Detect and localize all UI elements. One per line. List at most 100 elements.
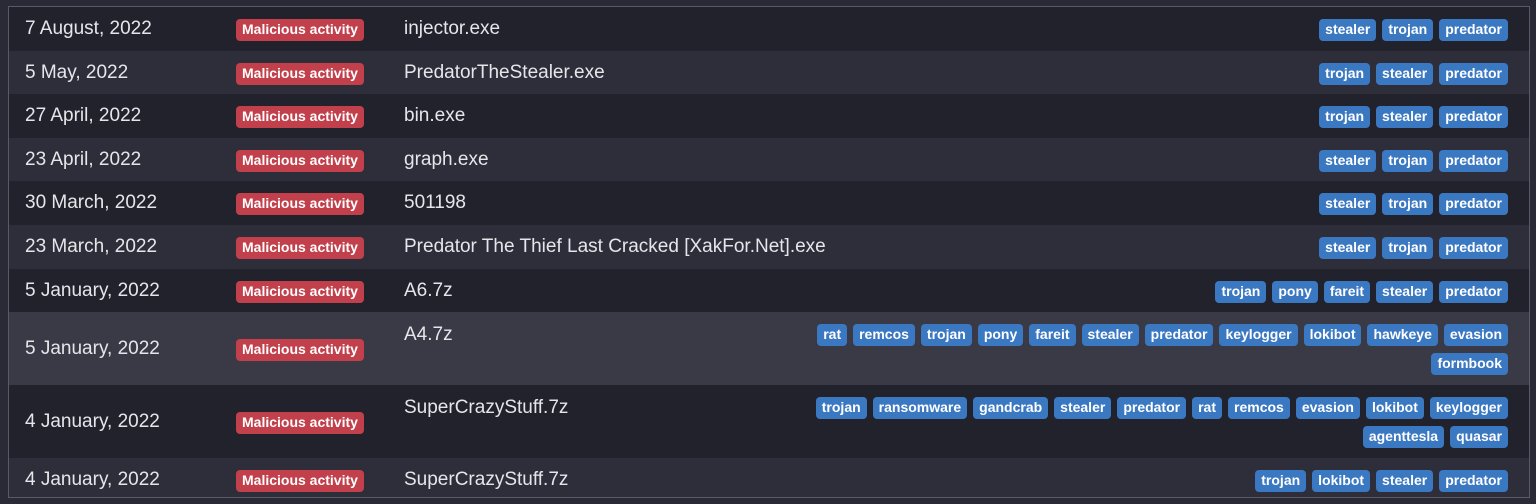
tag[interactable]: predator [1439, 62, 1508, 85]
task-row[interactable]: 4 January, 2022 Malicious activity Super… [9, 385, 1529, 459]
tag[interactable]: predator [1439, 106, 1508, 129]
tag[interactable]: evasion [1443, 324, 1508, 347]
tag[interactable]: stealer [1081, 324, 1139, 347]
task-filename[interactable]: PredatorTheStealer.exe [404, 62, 605, 84]
task-row[interactable]: 23 April, 2022 Malicious activity graph.… [9, 137, 1529, 182]
tag[interactable]: stealer [1319, 193, 1377, 216]
task-date: 4 January, 2022 [25, 411, 160, 433]
task-filename[interactable]: SuperCrazyStuff.7z [404, 469, 568, 491]
tag[interactable]: stealer [1376, 280, 1434, 303]
tag[interactable]: stealer [1376, 470, 1434, 493]
tag[interactable]: trojan [1319, 62, 1371, 85]
tag[interactable]: agenttesla [1362, 426, 1445, 449]
task-date: 5 May, 2022 [25, 61, 129, 83]
tag[interactable]: evasion [1295, 397, 1360, 420]
task-row[interactable]: 5 May, 2022 Malicious activity PredatorT… [9, 50, 1529, 95]
task-filename[interactable]: 501198 [404, 192, 466, 214]
verdict-badge: Malicious activity [236, 106, 364, 129]
tag-list: stealer trojan predator [1319, 236, 1508, 259]
verdict-badge: Malicious activity [236, 19, 364, 41]
tag[interactable]: fareit [1323, 280, 1371, 303]
tag[interactable]: gandcrab [973, 397, 1049, 420]
tag[interactable]: trojan [1215, 280, 1267, 303]
tag[interactable]: trojan [1382, 236, 1434, 259]
verdict-badge: Malicious activity [236, 62, 364, 85]
tag[interactable]: ransomware [872, 397, 968, 420]
tag-list: stealer trojan predator [1319, 193, 1508, 216]
tag[interactable]: formbook [1431, 353, 1508, 376]
verdict-badge: Malicious activity [236, 339, 364, 362]
tag[interactable]: stealer [1376, 106, 1434, 129]
task-row[interactable]: 7 August, 2022 Malicious activity inject… [9, 7, 1529, 51]
tag[interactable]: predator [1439, 193, 1508, 216]
tag[interactable]: pony [977, 324, 1024, 347]
tag[interactable]: predator [1439, 470, 1508, 493]
tag[interactable]: trojan [1382, 193, 1434, 216]
tag[interactable]: hawkeye [1367, 324, 1438, 347]
task-filename[interactable]: graph.exe [404, 149, 489, 171]
task-filename[interactable]: A4.7z [404, 324, 453, 346]
task-date: 5 January, 2022 [25, 338, 160, 360]
tag[interactable]: trojan [1382, 19, 1434, 41]
tag-list: trojan stealer predator [1319, 106, 1508, 129]
task-filename[interactable]: Predator The Thief Last Cracked [XakFor.… [404, 236, 826, 258]
tag[interactable]: predator [1439, 19, 1508, 41]
tag[interactable]: stealer [1319, 149, 1377, 172]
tag[interactable]: rat [1192, 397, 1223, 420]
tag-list: trojan ransomware gandcrab stealer preda… [788, 397, 1508, 449]
verdict-badge: Malicious activity [236, 470, 364, 493]
tag[interactable]: stealer [1319, 19, 1377, 41]
verdict-badge: Malicious activity [236, 149, 364, 172]
tag[interactable]: predator [1439, 280, 1508, 303]
tag-list: stealer trojan predator [1319, 19, 1508, 41]
tag[interactable]: lokibot [1303, 324, 1362, 347]
task-date: 7 August, 2022 [25, 18, 152, 39]
task-list: 7 August, 2022 Malicious activity inject… [8, 6, 1530, 498]
task-row[interactable]: 27 April, 2022 Malicious activity bin.ex… [9, 94, 1529, 138]
tag[interactable]: trojan [1319, 106, 1371, 129]
task-filename[interactable]: A6.7z [404, 280, 453, 302]
verdict-badge: Malicious activity [236, 412, 364, 435]
tag[interactable]: pony [1272, 280, 1318, 303]
task-date: 27 April, 2022 [25, 105, 142, 127]
verdict-badge: Malicious activity [236, 236, 364, 259]
task-row[interactable]: 5 January, 2022 Malicious activity A4.7z… [9, 312, 1529, 386]
task-date: 4 January, 2022 [25, 469, 160, 491]
tag[interactable]: stealer [1054, 397, 1112, 420]
tag[interactable]: stealer [1319, 236, 1377, 259]
verdict-badge: Malicious activity [236, 193, 364, 216]
tag[interactable]: lokibot [1365, 397, 1424, 420]
task-filename[interactable]: SuperCrazyStuff.7z [404, 397, 568, 419]
tag[interactable]: keylogger [1429, 397, 1508, 420]
tag[interactable]: stealer [1376, 62, 1434, 85]
tag[interactable]: quasar [1450, 426, 1508, 449]
tag[interactable]: rat [817, 324, 848, 347]
tag-list: trojan pony fareit stealer predator [1215, 280, 1508, 303]
tag-list: trojan lokibot stealer predator [1255, 470, 1508, 493]
task-row[interactable]: 4 January, 2022 Malicious activity Super… [9, 458, 1529, 497]
tag[interactable]: predator [1439, 149, 1508, 172]
task-date: 30 March, 2022 [25, 192, 158, 214]
tag[interactable]: lokibot [1312, 470, 1371, 493]
tag[interactable]: remcos [853, 324, 915, 347]
task-date: 23 April, 2022 [25, 148, 142, 170]
tag[interactable]: predator [1117, 397, 1187, 420]
tag[interactable]: keylogger [1219, 324, 1298, 347]
tag[interactable]: predator [1439, 236, 1508, 259]
task-row[interactable]: 30 March, 2022 Malicious activity 501198… [9, 181, 1529, 225]
tag-list: trojan stealer predator [1319, 62, 1508, 85]
tag-list: rat remcos trojan pony fareit stealer pr… [788, 324, 1508, 376]
task-row[interactable]: 5 January, 2022 Malicious activity A6.7z… [9, 268, 1529, 313]
tag-list: stealer trojan predator [1319, 149, 1508, 172]
tag[interactable]: trojan [815, 397, 867, 420]
verdict-badge: Malicious activity [236, 280, 364, 303]
tag[interactable]: trojan [1255, 470, 1307, 493]
tag[interactable]: predator [1144, 324, 1214, 347]
tag[interactable]: remcos [1228, 397, 1290, 420]
tag[interactable]: trojan [920, 324, 972, 347]
task-filename[interactable]: injector.exe [404, 18, 500, 40]
task-filename[interactable]: bin.exe [404, 105, 465, 127]
tag[interactable]: fareit [1029, 324, 1076, 347]
task-row[interactable]: 23 March, 2022 Malicious activity Predat… [9, 224, 1529, 269]
tag[interactable]: trojan [1382, 149, 1434, 172]
